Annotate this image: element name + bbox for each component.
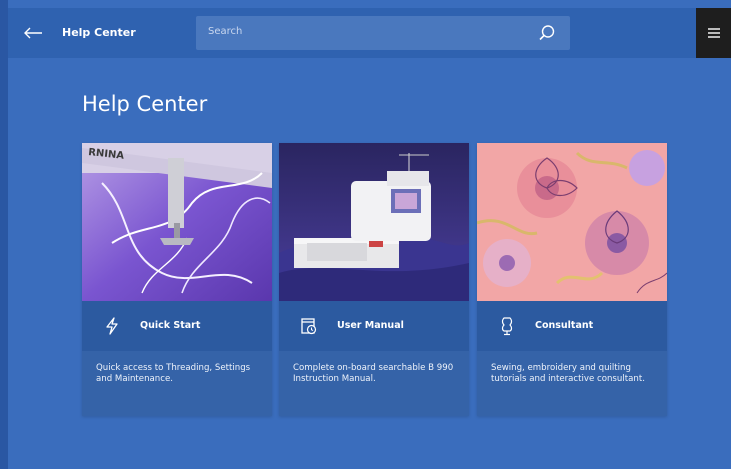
card-description: Sewing, embroidery and quilting tutorial… [491,363,645,384]
quick-start-card-header: Quick Start [82,301,272,351]
card-description: Complete on-board searchable B 990 Instr… [293,363,454,384]
arrow-left-icon[interactable] [22,22,44,44]
card-description: Quick access to Threading, Settings and … [96,363,251,384]
consultant-card-header: Consultant [477,301,667,351]
quick-start-card[interactable]: RNINA Quick Start Quick access to Thread… [82,143,272,416]
manual-clock-icon [297,314,321,338]
search-bar[interactable]: Search [196,16,570,50]
sewing-machine-image [279,143,469,301]
search-icon[interactable] [538,24,556,42]
embroidery-closeup-image: RNINA [82,143,272,301]
search-input[interactable]: Search [208,26,242,37]
card-title: Quick Start [140,320,201,331]
app-title: Help Center [62,26,136,39]
page-title: Help Center [82,92,208,116]
card-title: User Manual [337,320,404,331]
dress-form-icon [495,314,519,338]
user-manual-card-header: User Manual [279,301,469,351]
user-manual-card[interactable]: User Manual Complete on-board searchable… [279,143,469,416]
card-title: Consultant [535,320,594,331]
top-bar: Help Center Search [8,8,731,58]
consultant-card[interactable]: Consultant Sewing, embroidery and quilti… [477,143,667,416]
floral-embroidery-image [477,143,667,301]
hamburger-menu-icon[interactable] [696,8,731,58]
lightning-icon [100,314,124,338]
